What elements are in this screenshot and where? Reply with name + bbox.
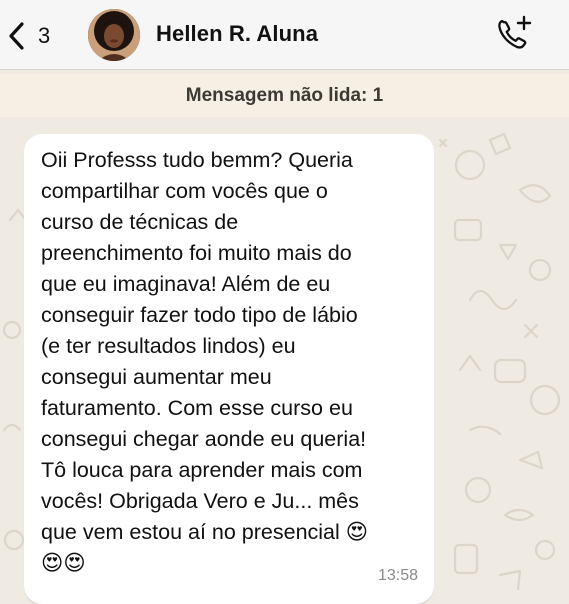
contact-name[interactable]: Hellen R. Aluna bbox=[156, 21, 318, 47]
message-bubble[interactable]: Oii Professs tudo bemm? Queria compartil… bbox=[24, 134, 434, 604]
chat-header: 3 Hellen R. Aluna bbox=[0, 0, 569, 70]
phone-add-icon bbox=[498, 15, 532, 49]
avatar[interactable] bbox=[88, 9, 140, 61]
back-button[interactable]: 3 bbox=[6, 14, 50, 58]
message-timestamp: 13:58 bbox=[377, 567, 418, 584]
message-text: Oii Professs tudo bemm? Queria compartil… bbox=[41, 148, 369, 575]
avatar-image bbox=[88, 9, 140, 61]
unread-banner-text: Mensagem não lida: 1 bbox=[185, 84, 384, 106]
add-call-button[interactable] bbox=[494, 14, 534, 54]
chat-area[interactable]: Mensagem não lida: 1 Oii Professs tudo b… bbox=[0, 70, 569, 604]
unread-banner: Mensagem não lida: 1 bbox=[0, 74, 569, 117]
unread-count: 3 bbox=[38, 23, 51, 48]
chevron-left-icon bbox=[9, 22, 24, 50]
